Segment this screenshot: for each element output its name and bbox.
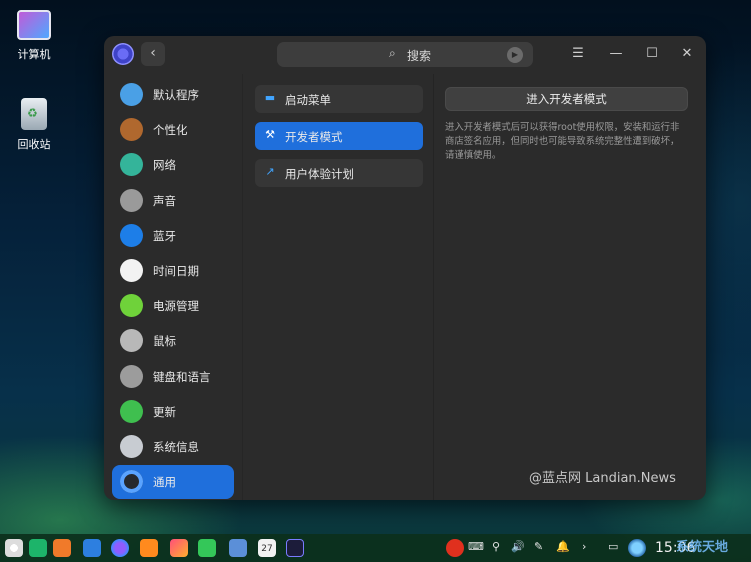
search-icon: ⌕: [389, 46, 396, 60]
personalization-icon: [120, 118, 143, 142]
sidebar-item-label: 鼠标: [153, 334, 176, 349]
sidebar-item-label: 键盘和语言: [153, 369, 211, 384]
sidebar-item[interactable]: 声音: [112, 184, 234, 218]
close-button[interactable]: ✕: [678, 45, 696, 63]
gallery-icon[interactable]: [170, 539, 188, 557]
sidebar-item-label: 个性化: [153, 123, 188, 138]
mouse-icon: [120, 329, 143, 353]
sidebar-item[interactable]: 鼠标: [112, 324, 234, 358]
computer-icon: [17, 10, 51, 40]
back-button[interactable]: ‹: [141, 42, 165, 66]
sidebar-item-label: 网络: [153, 158, 176, 173]
bluetooth-icon: [120, 223, 143, 247]
network-status-icon[interactable]: [628, 539, 646, 557]
keyboard-icon[interactable]: ⌨: [468, 540, 484, 553]
notification-icon[interactable]: 🔔: [556, 540, 570, 553]
antivirus-icon[interactable]: [446, 539, 464, 557]
launcher-icon[interactable]: [5, 539, 23, 557]
control-center-icon[interactable]: [286, 539, 304, 557]
update-icon: [120, 399, 143, 423]
default-apps-icon: [120, 83, 143, 106]
boot-menu-icon: ▬: [264, 91, 276, 104]
sidebar-item-label: 默认程序: [153, 88, 199, 102]
usb-icon[interactable]: ⚲: [492, 540, 500, 553]
content-pane: 进入开发者模式 进入开发者模式后可以获得root使用权限，安装和运行非商店签名应…: [434, 74, 706, 500]
desktop-icon-computer[interactable]: 计算机: [4, 10, 64, 62]
voice-search-icon[interactable]: ▶: [507, 47, 523, 63]
document-viewer-icon[interactable]: [229, 539, 247, 557]
workspace-icon[interactable]: [53, 539, 71, 557]
browser-icon[interactable]: [111, 539, 129, 557]
sidebar-item-label: 声音: [153, 193, 176, 208]
sidebar-item[interactable]: 蓝牙: [112, 219, 234, 253]
expand-tray-icon[interactable]: ›: [582, 540, 586, 553]
sidebar-item[interactable]: 默认程序: [112, 78, 234, 112]
sidebar: 默认程序个性化网络声音蓝牙时间日期电源管理鼠标键盘和语言更新系统信息通用: [104, 74, 242, 500]
sidebar-item[interactable]: 时间日期: [112, 254, 234, 288]
enter-developer-mode-button[interactable]: 进入开发者模式: [445, 87, 688, 111]
sidebar-item[interactable]: 通用: [112, 465, 234, 500]
sub-menu-item-label: 用户体验计划: [285, 167, 354, 181]
sub-menu-item-label: 启动菜单: [285, 93, 331, 107]
file-manager-icon[interactable]: [83, 539, 101, 557]
titlebar: ‹ ⌕ 搜索 ▶ ☰ — ☐ ✕: [104, 36, 706, 74]
sub-menu: ▬ 启动菜单 ⚒ 开发者模式 ↗ 用户体验计划: [243, 74, 433, 500]
app-store-icon[interactable]: [140, 539, 158, 557]
sub-menu-item[interactable]: ▬ 启动菜单: [255, 85, 423, 113]
sub-menu-item-label: 开发者模式: [285, 130, 343, 144]
system-info-icon: [120, 435, 143, 458]
multitask-icon[interactable]: [29, 539, 47, 557]
developer-mode-description: 进入开发者模式后可以获得root使用权限，安装和运行非商店签名应用，但同时也可能…: [445, 122, 680, 161]
sidebar-item[interactable]: 个性化: [112, 113, 234, 147]
trend-icon: ↗: [265, 165, 275, 178]
sub-menu-item[interactable]: ↗ 用户体验计划: [255, 159, 423, 187]
sidebar-item[interactable]: 网络: [112, 148, 234, 182]
trash-icon: [21, 98, 47, 130]
volume-icon[interactable]: 🔊: [511, 540, 525, 553]
sidebar-item-label: 电源管理: [153, 299, 199, 314]
menu-button[interactable]: ☰: [569, 45, 587, 63]
taskbar: 27 ⌨ ⚲ 🔊 ✎ 🔔 › ▭ 15:06: [0, 534, 751, 562]
sidebar-item[interactable]: 更新: [112, 395, 234, 429]
clock-icon: [120, 259, 143, 282]
general-icon: [120, 470, 143, 494]
maximize-button[interactable]: ☐: [643, 45, 661, 63]
corner-watermark: 系统天地: [676, 540, 729, 555]
battery-icon: [120, 294, 143, 318]
calendar-icon[interactable]: 27: [258, 539, 276, 557]
desktop-icon-label: 计算机: [17, 48, 51, 61]
network-icon: [120, 153, 143, 177]
sound-icon: [120, 188, 143, 212]
sub-menu-item[interactable]: ⚒ 开发者模式: [255, 122, 423, 150]
app-logo-icon: [112, 43, 134, 65]
screen-icon[interactable]: ▭: [608, 540, 618, 553]
search-placeholder: 搜索: [407, 49, 432, 63]
watermark-text: @蓝点网 Landian.News: [529, 471, 676, 486]
sidebar-item[interactable]: 电源管理: [112, 289, 234, 323]
sidebar-item[interactable]: 系统信息: [112, 430, 234, 464]
sidebar-item-label: 系统信息: [153, 440, 199, 454]
sidebar-item-label: 时间日期: [153, 264, 199, 278]
sidebar-item-label: 更新: [153, 404, 176, 419]
music-icon[interactable]: [198, 539, 216, 557]
desktop-icon-label: 回收站: [17, 138, 51, 151]
minimize-button[interactable]: —: [607, 45, 625, 63]
keyboard-icon: [120, 364, 143, 388]
desktop-icon-trash[interactable]: 回收站: [4, 98, 64, 152]
sidebar-item-label: 通用: [153, 475, 176, 490]
developer-tools-icon: ⚒: [265, 128, 275, 141]
pen-icon[interactable]: ✎: [534, 540, 543, 553]
search-input[interactable]: ⌕ 搜索 ▶: [277, 42, 533, 67]
control-center-window: ‹ ⌕ 搜索 ▶ ☰ — ☐ ✕ 默认程序个性化网络声音蓝牙时间日期电源管理鼠标…: [104, 36, 706, 500]
sidebar-item[interactable]: 键盘和语言: [112, 360, 234, 394]
sidebar-item-label: 蓝牙: [153, 228, 176, 243]
